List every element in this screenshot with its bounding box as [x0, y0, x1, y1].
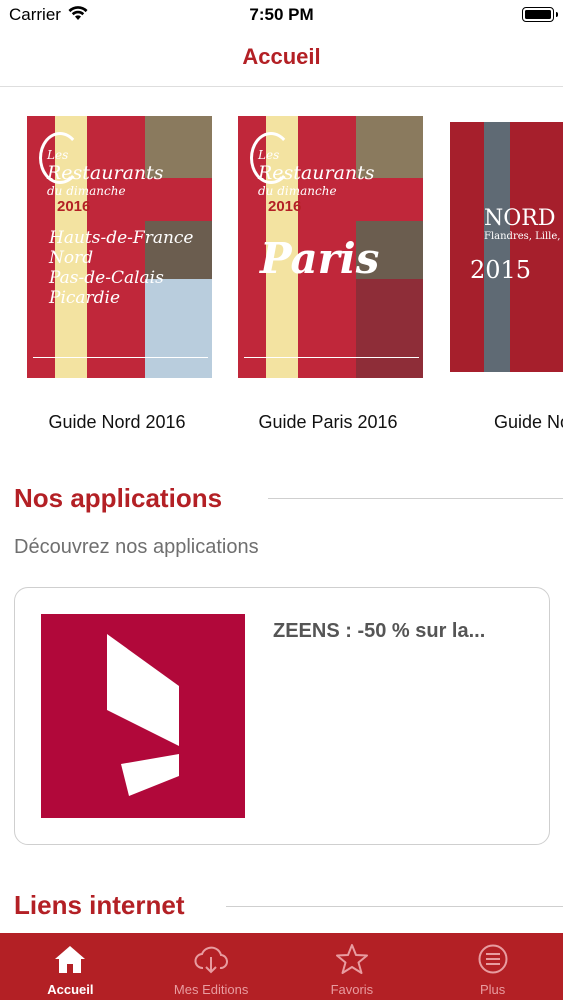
links-section-title: Liens internet: [14, 890, 185, 920]
tab-accueil[interactable]: Accueil: [0, 933, 141, 1000]
guide-label: Guide Paris 2016: [258, 412, 398, 432]
app-card[interactable]: ZEENS : -50 % sur la...: [14, 587, 550, 845]
section-divider: [268, 498, 563, 499]
guide-item-nord-2016[interactable]: Les Restaurants du dimanche 2016 Hauts-d…: [17, 87, 217, 447]
guide-cover-image[interactable]: NORD Flandres, Lille, Hainaut 2015: [450, 122, 563, 372]
guides-carousel[interactable]: Les Restaurants du dimanche 2016 Hauts-d…: [0, 87, 563, 447]
tab-favoris[interactable]: Favoris: [282, 933, 423, 1000]
cover-year: 2016: [57, 198, 91, 215]
tab-label: Accueil: [47, 982, 94, 997]
battery-icon: [522, 7, 558, 22]
cover-year: 2015: [470, 256, 532, 284]
home-icon: [55, 946, 86, 973]
guide-item-nord-2015[interactable]: NORD Flandres, Lille, Hainaut 2015 Guide…: [440, 87, 563, 447]
tab-plus[interactable]: Plus: [422, 933, 563, 1000]
guide-cover-image[interactable]: Les Restaurants du dimanche 2016 Hauts-d…: [27, 116, 212, 378]
guide-item-paris-2016[interactable]: Les Restaurants du dimanche 2016 Paris G…: [228, 87, 428, 447]
applications-section-title: Nos applications: [14, 483, 223, 513]
zeens-app-icon[interactable]: [41, 614, 245, 818]
guide-label: Guide Nord 2016: [48, 412, 186, 432]
tab-bar: Accueil Mes Editions Favoris Plus: [0, 933, 563, 1000]
tab-label: Plus: [479, 982, 506, 997]
section-divider: [226, 906, 563, 907]
guide-cover-image[interactable]: Les Restaurants du dimanche 2016 Paris: [238, 116, 423, 378]
cover-city: Paris: [260, 234, 380, 283]
menu-icon: [478, 944, 508, 974]
star-icon: [335, 944, 368, 974]
cover-region: Hauts-de-France Nord Pas-de-Calais Picar…: [49, 228, 194, 308]
app-name: ZEENS : -50 % sur la...: [273, 620, 486, 642]
cover-year: 2016: [268, 198, 302, 215]
navigation-bar: Accueil: [0, 30, 563, 87]
status-bar: Carrier 7:50 PM: [0, 0, 563, 30]
tab-label: Favoris: [330, 982, 374, 997]
cover-logo: Les Restaurants du dimanche: [258, 148, 375, 198]
applications-section-subtitle: Découvrez nos applications: [14, 536, 259, 558]
cloud-download-icon: [194, 946, 229, 974]
tab-mes-editions[interactable]: Mes Editions: [141, 933, 282, 1000]
guide-label: Guide Nord: [493, 412, 563, 432]
status-time: 7:50 PM: [249, 5, 314, 24]
page-title: Accueil: [242, 44, 321, 69]
cover-logo: Les Restaurants du dimanche: [47, 148, 164, 198]
tab-label: Mes Editions: [173, 982, 249, 997]
cover-title: NORD Flandres, Lille, Hainaut: [484, 206, 563, 242]
